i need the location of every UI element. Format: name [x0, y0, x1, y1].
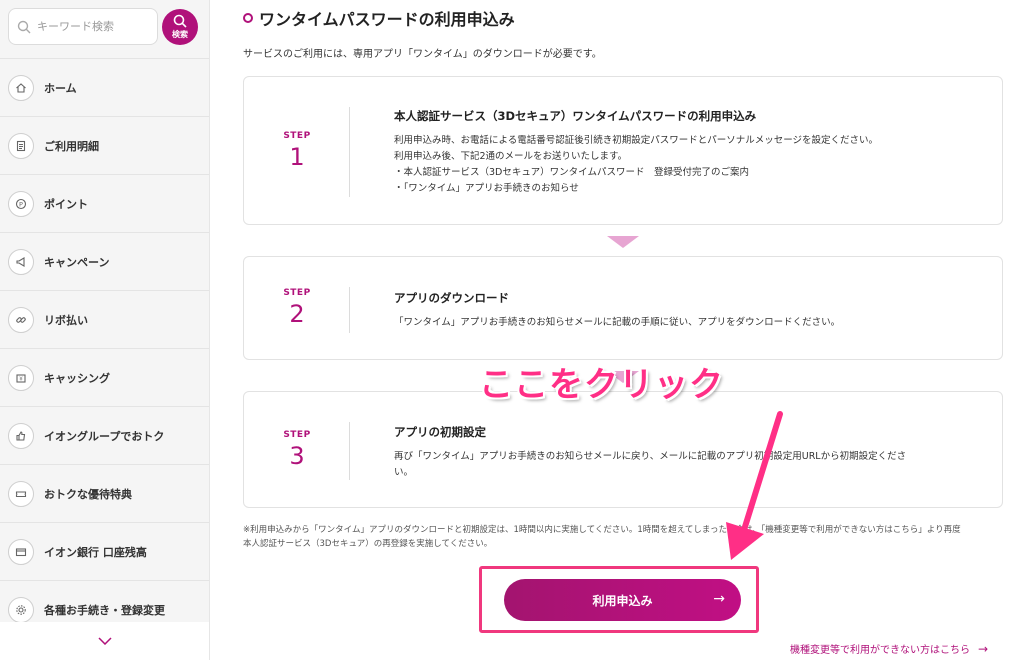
apply-button-label: 利用申込み: [592, 593, 653, 608]
sidebar-item-revolving[interactable]: リボ払い: [0, 290, 209, 348]
step-text-line: 「ワンタイム」アプリお手続きのお知らせメールに記載の手順に従い、アプリをダウンロ…: [394, 317, 841, 328]
step-card-1: STEP 1 本人認証サービス（3Dセキュア）ワンタイムパスワードの利用申込み …: [243, 76, 1003, 225]
document-icon: [8, 132, 34, 159]
sidebar-item-label: ポイント: [44, 197, 88, 211]
note-text: ※利用申込みから「ワンタイム」アプリのダウンロードと初期設定は、1時間以内に実施…: [243, 523, 1008, 551]
step-divider: [349, 422, 350, 480]
page-heading: ワンタイムパスワードの利用申込み: [243, 6, 515, 30]
sidebar-item-label: リボ払い: [44, 313, 88, 327]
sidebar-item-campaign[interactable]: キャンペーン: [0, 232, 209, 290]
annotation-callout: ここをクリック: [479, 365, 724, 405]
search-button-label: 検索: [172, 30, 188, 39]
points-icon: P: [8, 190, 34, 217]
step-divider: [349, 287, 350, 333]
link-icon: [8, 306, 34, 333]
sidebar-item-label: イオン銀行 口座残高: [44, 545, 147, 559]
step-number-block: STEP 2: [244, 257, 350, 359]
step-title: アプリのダウンロード: [394, 291, 509, 305]
step-body: アプリの初期設定 再び「ワンタイム」アプリお手続きのお知らせメールに戻り、メール…: [394, 424, 962, 481]
sidebar-item-label: キャッシング: [44, 371, 110, 385]
sidebar-item-label: ご利用明細: [44, 139, 99, 153]
sidebar-item-label: 各種お手続き・登録変更: [44, 603, 165, 617]
step-divider: [349, 107, 350, 197]
sidebar-item-points[interactable]: P ポイント: [0, 174, 209, 232]
apply-button[interactable]: 利用申込み →: [504, 579, 741, 621]
search-button[interactable]: 検索: [162, 9, 198, 45]
step-body: アプリのダウンロード 「ワンタイム」アプリお手続きのお知らせメールに記載の手順に…: [394, 290, 962, 331]
sidebar-item-home[interactable]: ホーム: [0, 58, 209, 116]
arrow-right-icon: →: [713, 591, 725, 607]
step-text-line: 利用申込み後、下記2通のメールをお送りいたします。: [394, 151, 628, 162]
sidebar-item-label: おトクな優待特典: [44, 487, 132, 501]
sidebar-item-label: ホーム: [44, 81, 77, 95]
chevron-down-icon: [97, 637, 112, 645]
thumbs-up-icon: [8, 422, 34, 449]
step-number-block: STEP 3: [244, 392, 350, 507]
step-number: 3: [289, 441, 305, 470]
sidebar-item-label: キャンペーン: [44, 255, 110, 269]
model-change-link[interactable]: 機種変更等で利用ができない方はこちら →: [790, 641, 989, 657]
note-line: ※利用申込みから「ワンタイム」アプリのダウンロードと初期設定は、1時間以内に実施…: [243, 525, 961, 535]
step-text-line: ・本人認証サービス（3Dセキュア）ワンタイムパスワード 登録受付完了のご案内: [394, 167, 749, 178]
sidebar-item-statement[interactable]: ご利用明細: [0, 116, 209, 174]
search-icon: [17, 20, 31, 33]
megaphone-icon: [8, 248, 34, 275]
step-number: 1: [289, 142, 305, 171]
step-word: STEP: [283, 130, 311, 141]
bank-card-icon: [8, 538, 34, 565]
step-text-line: 利用申込み時、お電話による電話番号認証後引続き初期設定パスワードとパーソナルメッ…: [394, 135, 879, 146]
search-box: [8, 8, 158, 45]
home-icon: [8, 74, 34, 101]
sidebar-expand-toggle[interactable]: [0, 622, 209, 660]
page-title: ワンタイムパスワードの利用申込み: [259, 10, 515, 29]
step-text: 再び「ワンタイム」アプリお手続きのお知らせメールに戻り、メールに記載のアプリ初期…: [394, 449, 962, 481]
wallet-icon: ¥: [8, 364, 34, 391]
sidebar-item-cashing[interactable]: ¥ キャッシング: [0, 348, 209, 406]
svg-text:¥: ¥: [19, 376, 23, 382]
gear-icon: [8, 596, 34, 623]
step-text-line: い。: [394, 467, 414, 478]
step-arrow-icon: [607, 236, 639, 248]
sidebar-item-label: イオングループでおトク: [44, 429, 165, 443]
sidebar: 検索 ホーム ご利用明細 P ポイント キャンペーン リボ払い ¥ キャッシング: [0, 0, 210, 660]
arrow-right-icon: →: [978, 641, 989, 656]
search-input[interactable]: [37, 20, 147, 33]
step-card-2: STEP 2 アプリのダウンロード 「ワンタイム」アプリお手続きのお知らせメール…: [243, 256, 1003, 360]
step-text: 利用申込み時、お電話による電話番号認証後引続き初期設定パスワードとパーソナルメッ…: [394, 133, 962, 197]
sidebar-item-benefits[interactable]: おトクな優待特典: [0, 464, 209, 522]
model-change-link-label: 機種変更等で利用ができない方はこちら: [790, 645, 970, 656]
step-title: 本人認証サービス（3Dセキュア）ワンタイムパスワードの利用申込み: [394, 109, 757, 123]
intro-text: サービスのご利用には、専用アプリ「ワンタイム」のダウンロードが必要です。: [243, 49, 602, 60]
step-body: 本人認証サービス（3Dセキュア）ワンタイムパスワードの利用申込み 利用申込み時、…: [394, 108, 962, 197]
step-text-line: ・「ワンタイム」アプリお手続きのお知らせ: [394, 183, 579, 194]
sidebar-nav: ホーム ご利用明細 P ポイント キャンペーン リボ払い ¥ キャッシング イオ…: [0, 58, 209, 638]
sidebar-item-bank-balance[interactable]: イオン銀行 口座残高: [0, 522, 209, 580]
note-line: 本人認証サービス（3Dセキュア）の再登録を実施してください。: [243, 539, 493, 549]
svg-text:P: P: [19, 200, 23, 208]
step-word: STEP: [283, 288, 311, 298]
step-title: アプリの初期設定: [394, 425, 486, 439]
step-card-3: STEP 3 アプリの初期設定 再び「ワンタイム」アプリお手続きのお知らせメール…: [243, 391, 1003, 508]
step-text: 「ワンタイム」アプリお手続きのお知らせメールに記載の手順に従い、アプリをダウンロ…: [394, 315, 962, 331]
step-word: STEP: [283, 429, 311, 440]
step-number-block: STEP 1: [244, 77, 350, 224]
search-icon: [173, 14, 187, 28]
ticket-icon: [8, 480, 34, 507]
step-text-line: 再び「ワンタイム」アプリお手続きのお知らせメールに戻り、メールに記載のアプリ初期…: [394, 451, 907, 462]
sidebar-item-aeon-group[interactable]: イオングループでおトク: [0, 406, 209, 464]
title-bullet-icon: [243, 13, 253, 23]
step-number: 2: [289, 300, 305, 328]
